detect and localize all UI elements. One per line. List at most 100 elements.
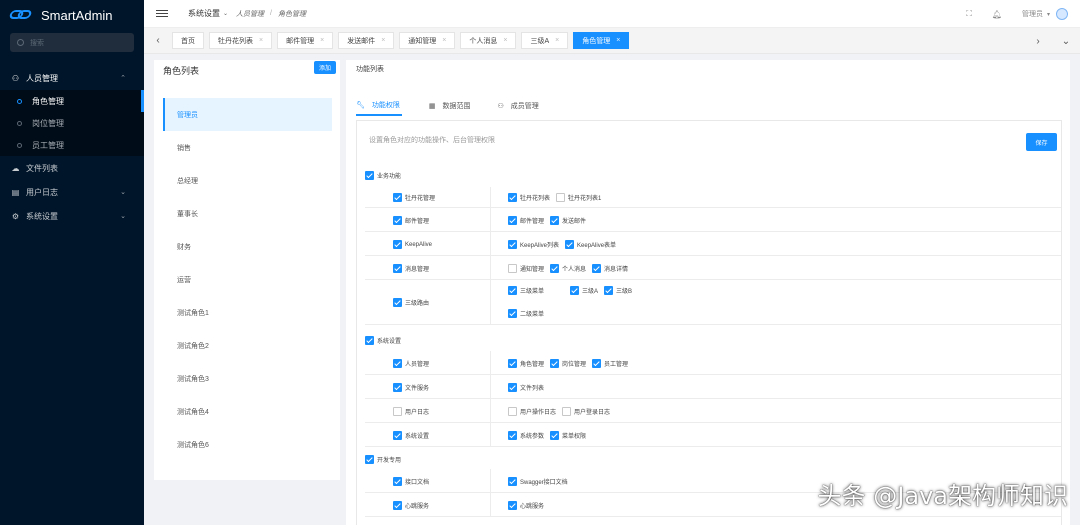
close-icon[interactable]: ×: [503, 37, 507, 44]
add-role-button[interactable]: 添加: [313, 61, 336, 74]
role-item[interactable]: 财务: [154, 230, 340, 263]
role-item[interactable]: 总经理: [154, 164, 340, 197]
item-label: 发送邮件: [562, 219, 587, 225]
close-icon[interactable]: ×: [381, 37, 385, 44]
checkbox[interactable]: [508, 309, 517, 318]
checkbox[interactable]: [393, 240, 402, 249]
role-item[interactable]: 销售: [154, 131, 340, 164]
close-icon[interactable]: ×: [555, 37, 559, 44]
close-icon[interactable]: ×: [320, 37, 324, 44]
checkbox[interactable]: [570, 286, 580, 295]
item-label: 角色管理: [520, 362, 545, 368]
menu-search-input[interactable]: 搜索: [10, 33, 134, 52]
chevron-down-icon[interactable]: ⌄: [1052, 36, 1080, 47]
save-button[interactable]: 保存: [1026, 133, 1057, 151]
fullscreen-icon[interactable]: ⛶: [966, 9, 972, 19]
row-label: 牡丹花管理: [405, 196, 436, 202]
submenu-item-roles[interactable]: 角色管理: [0, 90, 144, 112]
checkbox[interactable]: [550, 431, 560, 440]
checkbox[interactable]: [393, 431, 402, 440]
close-icon[interactable]: ×: [442, 37, 446, 44]
role-item[interactable]: 董事长: [154, 197, 340, 230]
close-icon[interactable]: ×: [259, 37, 263, 44]
checkbox[interactable]: [550, 264, 560, 273]
chevron-right-icon[interactable]: ›: [1024, 36, 1052, 47]
checkbox[interactable]: [508, 383, 517, 392]
role-list-header: 角色列表 添加: [154, 60, 340, 80]
permission-row: 邮件管理 邮件管理 发送邮件: [365, 208, 1061, 232]
checkbox[interactable]: [508, 286, 517, 295]
submenu-item-employees[interactable]: 员工管理: [0, 134, 144, 156]
menu-item-logs[interactable]: ▤ 用户日志 ⌄: [0, 180, 144, 204]
tab-role-manage[interactable]: 角色管理 ×: [573, 32, 630, 49]
checkbox[interactable]: [592, 264, 602, 273]
checkbox[interactable]: [550, 359, 560, 368]
checkbox[interactable]: [365, 336, 374, 345]
avatar[interactable]: [1056, 8, 1068, 20]
menu-fold-icon[interactable]: [156, 8, 168, 19]
tab-send-mail[interactable]: 发送邮件 ×: [338, 32, 395, 49]
bell-icon[interactable]: 🔔︎: [992, 10, 1002, 19]
user-name[interactable]: 管理员: [1022, 9, 1043, 19]
checkbox[interactable]: [508, 501, 517, 510]
checkbox[interactable]: [393, 477, 402, 486]
checkbox[interactable]: [393, 193, 402, 202]
tab-peony-list[interactable]: 牡丹花列表 ×: [209, 32, 273, 49]
app-logo[interactable]: SmartAdmin: [0, 0, 144, 30]
checkbox[interactable]: [565, 240, 575, 249]
tab-data-scope[interactable]: ▦ 数据范围: [429, 96, 471, 116]
tab-home[interactable]: 首页: [172, 32, 204, 49]
checkbox[interactable]: [393, 407, 402, 416]
checkbox[interactable]: [508, 264, 517, 273]
checkbox[interactable]: [393, 383, 402, 392]
checkbox[interactable]: [508, 359, 517, 368]
role-item[interactable]: 测试角色3: [154, 362, 340, 395]
checkbox[interactable]: [393, 216, 402, 225]
checkbox[interactable]: [393, 298, 402, 307]
side-menu: ⚇ 人员管理 ⌃ 角色管理 岗位管理 员工管理 ☁ 文件列表 ▤ 用户日志 ⌄ …: [0, 66, 144, 228]
group-system[interactable]: 系统设置: [365, 336, 407, 347]
role-item[interactable]: 测试角色2: [154, 329, 340, 362]
checkbox[interactable]: [550, 216, 560, 225]
tab-function-permission[interactable]: 🔧︎ 功能权限: [356, 96, 402, 116]
checkbox[interactable]: [562, 407, 572, 416]
checkbox[interactable]: [508, 407, 517, 416]
checkbox[interactable]: [592, 359, 602, 368]
role-item[interactable]: 测试角色6: [154, 428, 340, 461]
item-label: 用户登录日志: [574, 410, 611, 416]
group-dev[interactable]: 开发专用: [365, 455, 407, 466]
checkbox[interactable]: [508, 431, 517, 440]
checkbox[interactable]: [365, 171, 374, 180]
caret-down-icon[interactable]: ▾: [1047, 11, 1050, 18]
checkbox[interactable]: [508, 240, 517, 249]
group-business[interactable]: 业务功能: [365, 171, 407, 182]
role-item[interactable]: 测试角色4: [154, 395, 340, 428]
chevron-down-icon[interactable]: ⌄: [223, 10, 228, 17]
close-icon[interactable]: ×: [616, 37, 620, 44]
checkbox[interactable]: [604, 286, 614, 295]
menu-item-settings[interactable]: ⚙ 系统设置 ⌄: [0, 204, 144, 228]
checkbox[interactable]: [393, 264, 402, 273]
item-label: 岗位管理: [562, 362, 587, 368]
role-item[interactable]: 测试角色1: [154, 296, 340, 329]
checkbox[interactable]: [365, 455, 374, 464]
tab-personal-message[interactable]: 个人消息 ×: [460, 32, 517, 49]
checkbox[interactable]: [508, 216, 517, 225]
role-item[interactable]: 管理员: [163, 98, 332, 131]
breadcrumb-root[interactable]: 系统设置: [188, 8, 220, 19]
chevron-left-icon[interactable]: ‹: [144, 35, 172, 46]
tab-notice-manage[interactable]: 通知管理 ×: [399, 32, 456, 49]
submenu-item-positions[interactable]: 岗位管理: [0, 112, 144, 134]
tab-level3-a[interactable]: 三级A ×: [521, 32, 569, 49]
breadcrumb-mid[interactable]: 人员管理: [236, 9, 264, 19]
checkbox[interactable]: [508, 477, 517, 486]
role-item[interactable]: 运营: [154, 263, 340, 296]
menu-item-files[interactable]: ☁ 文件列表: [0, 156, 144, 180]
checkbox[interactable]: [508, 193, 517, 202]
checkbox[interactable]: [556, 193, 566, 202]
tab-mail-manage[interactable]: 邮件管理 ×: [277, 32, 334, 49]
checkbox[interactable]: [393, 359, 402, 368]
tab-member-manage[interactable]: ⚇ 成员管理: [498, 96, 539, 116]
menu-item-people[interactable]: ⚇ 人员管理 ⌃: [0, 66, 144, 90]
checkbox[interactable]: [393, 501, 402, 510]
